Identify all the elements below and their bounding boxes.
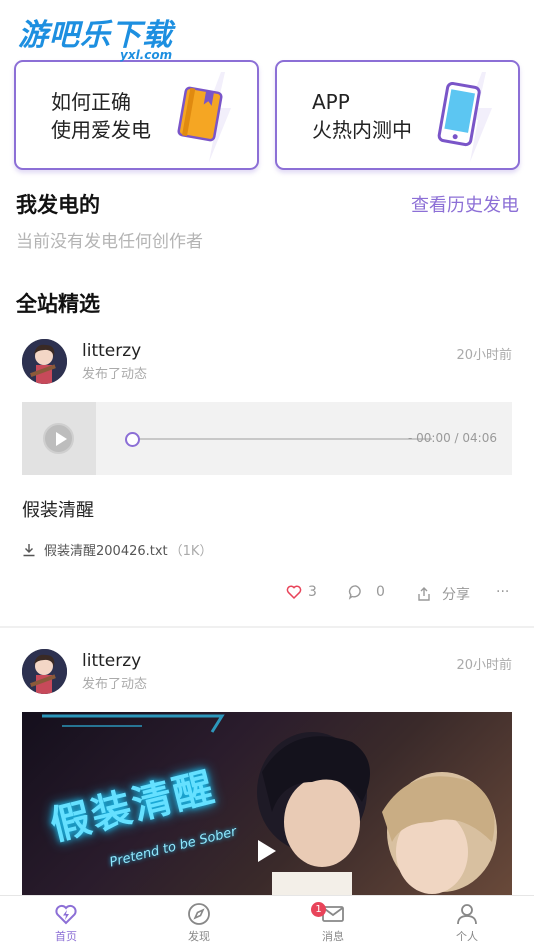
share-button[interactable]: 分享	[416, 584, 470, 604]
post-actions: 3 0 分享 ···	[0, 584, 534, 606]
comment-count: 0	[376, 584, 385, 600]
home-bolt-icon	[55, 904, 77, 925]
app-beta-line1: APP	[312, 90, 350, 114]
phone-icon	[437, 82, 481, 147]
app-root: 游吧乐下载 yxl.com 如何正确 使用爱发电 APP 火热内测中 我发电的 …	[0, 0, 534, 949]
compass-icon	[188, 903, 210, 925]
share-label: 分享	[442, 587, 470, 603]
featured-title: 全站精选	[16, 292, 100, 316]
tab-discover[interactable]: 发现	[159, 902, 239, 944]
avatar[interactable]	[22, 649, 67, 694]
post-action: 发布了动态	[82, 677, 148, 692]
audio-cover	[22, 402, 96, 475]
person-icon	[457, 904, 477, 925]
comment-button[interactable]: 0	[348, 584, 385, 600]
audio-progress-track[interactable]	[128, 438, 432, 440]
like-button[interactable]: 3	[286, 584, 317, 600]
audio-progress-knob[interactable]	[125, 432, 140, 447]
post-action: 发布了动态	[82, 367, 148, 382]
download-icon	[23, 544, 35, 557]
empty-state-text: 当前没有发电任何创作者	[16, 232, 203, 252]
audio-player: - 00:00 / 04:06	[22, 402, 512, 475]
tab-discover-label: 发现	[188, 930, 210, 943]
history-link[interactable]: 查看历史发电	[411, 191, 519, 217]
comment-icon	[348, 585, 361, 600]
usage-guide-line2: 使用爱发电	[51, 118, 151, 142]
book-icon	[177, 86, 223, 142]
author-name[interactable]: litterzy	[82, 651, 141, 671]
bottom-tab-bar: 首页 发现 消息 1 个人	[0, 895, 534, 949]
post-time: 20小时前	[456, 348, 512, 363]
tab-messages-label: 消息	[322, 930, 344, 943]
more-button[interactable]: ···	[496, 584, 509, 600]
more-icon: ···	[496, 584, 510, 600]
play-icon[interactable]	[43, 423, 74, 454]
avatar-image	[22, 649, 67, 694]
avatar[interactable]	[22, 339, 67, 384]
play-icon[interactable]	[258, 840, 276, 862]
post-text: 假装清醒	[22, 500, 94, 521]
post-time: 20小时前	[456, 658, 512, 673]
audio-time: - 00:00 / 04:06	[408, 431, 497, 445]
app-beta-card[interactable]: APP 火热内测中	[275, 60, 520, 170]
my-power-title: 我发电的	[16, 193, 100, 217]
heart-icon	[286, 585, 302, 600]
like-count: 3	[308, 584, 317, 600]
tab-home[interactable]: 首页	[26, 902, 106, 944]
tab-messages[interactable]: 消息 1	[293, 902, 373, 944]
app-beta-line2: 火热内测中	[312, 118, 412, 142]
avatar-image	[22, 339, 67, 384]
post-divider	[0, 626, 534, 628]
usage-guide-line1: 如何正确	[51, 90, 131, 114]
tab-home-label: 首页	[55, 930, 77, 943]
usage-guide-card[interactable]: 如何正确 使用爱发电	[14, 60, 259, 170]
attachment[interactable]: 假装清醒200426.txt （1K）	[22, 540, 212, 559]
watermark-subtitle: yxl.com	[120, 48, 173, 62]
video-cover[interactable]: 假装清醒 Pretend to be Sober	[22, 712, 512, 902]
attachment-size: （1K）	[169, 544, 213, 559]
message-badge: 1	[311, 902, 326, 917]
tab-profile[interactable]: 个人	[427, 902, 507, 944]
tab-profile-label: 个人	[456, 930, 478, 943]
author-name[interactable]: litterzy	[82, 341, 141, 361]
watermark-logo: 游吧乐下载 yxl.com	[18, 18, 173, 62]
attachment-name: 假装清醒200426.txt	[44, 544, 168, 559]
promo-cards: 如何正确 使用爱发电 APP 火热内测中	[14, 60, 520, 170]
share-icon	[418, 587, 430, 601]
